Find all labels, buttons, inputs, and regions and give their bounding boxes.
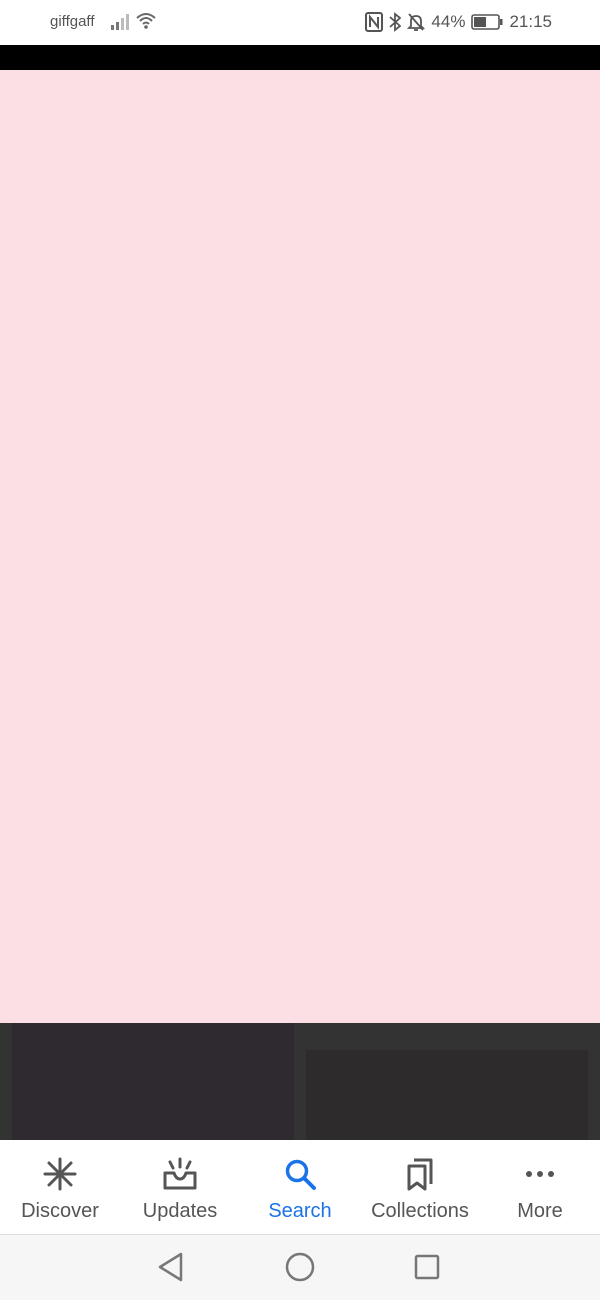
nav-collections[interactable]: Collections [364, 1140, 476, 1235]
silent-bell-icon [407, 13, 426, 31]
recents-square-icon[interactable] [411, 1251, 443, 1283]
signal-icon [111, 14, 129, 30]
nav-updates[interactable]: Updates [124, 1140, 236, 1235]
updates-tray-icon [162, 1156, 198, 1192]
nav-label: Discover [21, 1200, 99, 1222]
nfc-icon [365, 12, 384, 32]
nav-search[interactable]: Search [244, 1140, 356, 1235]
bottom-nav: Discover Updates Search Collections More [0, 1140, 600, 1235]
screen: giffgaff 44% 21:15 Discover Updates Sear… [0, 0, 600, 1300]
asterisk-icon [42, 1156, 78, 1192]
nav-label: More [517, 1200, 563, 1222]
status-bar: giffgaff 44% 21:15 [0, 0, 600, 45]
clock-time: 21:15 [509, 12, 552, 31]
bookmarks-icon [402, 1156, 438, 1192]
back-triangle-icon[interactable] [155, 1251, 187, 1283]
system-nav-bar [0, 1235, 600, 1300]
home-circle-icon[interactable] [284, 1251, 316, 1283]
nav-label: Collections [371, 1200, 469, 1222]
nav-label: Updates [142, 1200, 218, 1222]
wifi-icon [136, 13, 156, 29]
carrier-name: giffgaff [50, 13, 95, 30]
battery-icon [471, 14, 503, 30]
content-area[interactable] [0, 70, 600, 1023]
top-strip [0, 45, 600, 70]
nav-more[interactable]: More [484, 1140, 596, 1235]
more-dots-icon [522, 1156, 558, 1192]
bluetooth-icon [389, 12, 402, 32]
preview-card-left[interactable] [12, 1023, 294, 1140]
nav-discover[interactable]: Discover [4, 1140, 116, 1235]
status-right: 44% 21:15 [365, 10, 552, 34]
preview-card-right[interactable] [306, 1050, 588, 1140]
battery-percent: 44% [431, 12, 466, 31]
search-icon [282, 1156, 318, 1192]
nav-label: Search [268, 1200, 332, 1222]
